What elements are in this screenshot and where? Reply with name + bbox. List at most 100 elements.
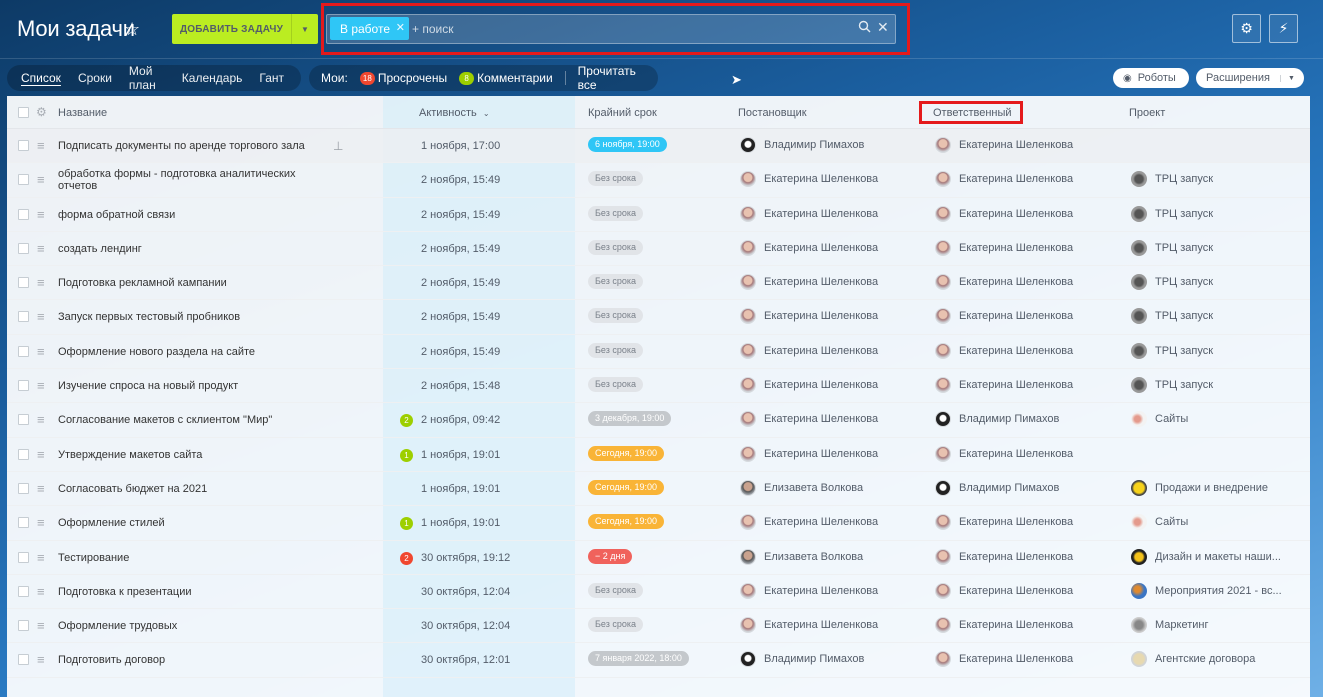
table-row[interactable]: ≡ Согласование макетов с склиентом "Мир" 2… bbox=[7, 403, 1310, 438]
project[interactable]: ТРЦ запуск bbox=[1131, 308, 1213, 325]
tab-calendar[interactable]: Календарь bbox=[182, 71, 243, 85]
task-title[interactable]: Оформление трудовых bbox=[58, 620, 308, 632]
responsible[interactable]: Екатерина Шеленкова bbox=[935, 239, 1073, 256]
deadline-badge[interactable]: Без срока bbox=[588, 274, 643, 290]
deadline-badge[interactable]: Без срока bbox=[588, 342, 643, 358]
comments-filter[interactable]: Комментарии bbox=[477, 71, 553, 85]
drag-handle-icon[interactable]: ≡ bbox=[37, 652, 45, 667]
table-row[interactable]: ≡ Запуск первых тестовый пробников 2 ноябр… bbox=[7, 300, 1310, 335]
settings-button[interactable]: ⚙ bbox=[1232, 14, 1261, 43]
drag-handle-icon[interactable]: ≡ bbox=[37, 378, 45, 393]
responsible[interactable]: Екатерина Шеленкова bbox=[935, 308, 1073, 325]
project[interactable]: Маркетинг bbox=[1131, 617, 1208, 634]
gear-icon[interactable]: ⚙ bbox=[36, 105, 47, 119]
table-row[interactable]: ≡ создать лендинг 2 ноября, 15:49 Без срока… bbox=[7, 232, 1310, 267]
table-row[interactable]: ≡ Изучение спроса на новый продукт 2 ноябр… bbox=[7, 369, 1310, 404]
task-title[interactable]: Согласовать бюджет на 2021 bbox=[58, 483, 308, 495]
task-title[interactable]: Изучение спроса на новый продукт bbox=[58, 380, 308, 392]
creator[interactable]: Екатерина Шеленкова bbox=[740, 617, 878, 634]
creator[interactable]: Екатерина Шеленкова bbox=[740, 377, 878, 394]
task-title[interactable]: Оформление нового раздела на сайте bbox=[58, 346, 308, 358]
task-title[interactable]: Тестирование bbox=[58, 552, 308, 564]
table-row[interactable]: ≡ Подготовка к презентации 30 октября, 12:… bbox=[7, 575, 1310, 610]
chevron-down-icon[interactable]: ▼ bbox=[1279, 74, 1295, 82]
project[interactable]: ТРЦ запуск bbox=[1131, 239, 1213, 256]
read-all-link[interactable]: Прочитать все bbox=[578, 64, 658, 92]
project[interactable]: Агентские договора bbox=[1131, 651, 1255, 668]
responsible[interactable]: Екатерина Шеленкова bbox=[935, 617, 1073, 634]
creator[interactable]: Екатерина Шеленкова bbox=[740, 205, 878, 222]
responsible[interactable]: Владимир Пимахов bbox=[935, 479, 1059, 496]
col-header-name[interactable]: Название bbox=[58, 107, 107, 119]
star-icon[interactable]: ☆ bbox=[124, 19, 140, 40]
responsible[interactable]: Екатерина Шеленкова bbox=[935, 274, 1073, 291]
deadline-badge[interactable]: Без срока bbox=[588, 617, 643, 633]
col-header-project[interactable]: Проект bbox=[1129, 107, 1165, 119]
drag-handle-icon[interactable]: ≡ bbox=[37, 275, 45, 290]
add-task-button[interactable]: ДОБАВИТЬ ЗАДАЧУ ▼ bbox=[172, 14, 318, 44]
row-checkbox[interactable] bbox=[18, 414, 29, 426]
row-checkbox[interactable] bbox=[18, 654, 29, 666]
robots-button[interactable]: ◉ Роботы bbox=[1113, 68, 1189, 88]
deadline-badge[interactable]: Без срока bbox=[588, 377, 643, 393]
col-header-creator[interactable]: Постановщик bbox=[738, 107, 807, 119]
creator[interactable]: Елизавета Волкова bbox=[740, 479, 863, 496]
row-checkbox[interactable] bbox=[18, 380, 29, 392]
drag-handle-icon[interactable]: ≡ bbox=[37, 241, 45, 256]
chevron-down-icon[interactable]: ▼ bbox=[292, 14, 318, 44]
drag-handle-icon[interactable]: ≡ bbox=[37, 618, 45, 633]
table-row[interactable]: ≡ Тестирование 2 30 октября, 19:12 − 2 дня Ел… bbox=[7, 541, 1310, 575]
col-header-activity[interactable]: Активность ⌄ bbox=[419, 107, 490, 119]
drag-handle-icon[interactable]: ≡ bbox=[37, 584, 45, 599]
task-title[interactable]: Согласование макетов с склиентом "Мир" bbox=[58, 414, 308, 426]
drag-handle-icon[interactable]: ≡ bbox=[37, 138, 45, 153]
task-title[interactable]: Оформление стилей bbox=[58, 517, 308, 529]
row-checkbox[interactable] bbox=[18, 551, 29, 563]
overdue-filter[interactable]: Просрочены bbox=[378, 71, 447, 85]
creator[interactable]: Владимир Пимахов bbox=[740, 137, 864, 153]
project[interactable]: ТРЦ запуск bbox=[1131, 171, 1213, 188]
table-row[interactable]: ≡ обработка формы - подготовка аналитичес… bbox=[7, 163, 1310, 198]
deadline-badge[interactable]: Без срока bbox=[588, 239, 643, 255]
table-row[interactable]: ≡ Утверждение макетов сайта 1 1 ноября, 19:… bbox=[7, 438, 1310, 472]
row-checkbox[interactable] bbox=[18, 140, 29, 151]
project[interactable]: Продажи и внедрение bbox=[1131, 479, 1268, 496]
drag-handle-icon[interactable]: ≡ bbox=[37, 481, 45, 496]
project[interactable]: Мероприятия 2021 - вс... bbox=[1131, 582, 1282, 599]
deadline-badge[interactable]: Сегодня, 19:00 bbox=[588, 514, 665, 530]
creator[interactable]: Екатерина Шеленкова bbox=[740, 239, 878, 256]
table-row[interactable]: ≡ Подписать документы по аренде торгового… bbox=[7, 129, 1310, 164]
creator[interactable]: Екатерина Шеленкова bbox=[740, 514, 878, 531]
drag-handle-icon[interactable]: ≡ bbox=[37, 344, 45, 359]
drag-handle-icon[interactable]: ≡ bbox=[37, 550, 45, 565]
deadline-badge[interactable]: 3 декабря, 19:00 bbox=[588, 411, 672, 427]
deadline-badge[interactable]: Без срока bbox=[588, 582, 643, 598]
responsible[interactable]: Екатерина Шеленкова bbox=[935, 445, 1073, 462]
table-row[interactable]: ≡ Оформление трудовых 30 октября, 12:04 Без… bbox=[7, 609, 1310, 644]
select-all-checkbox[interactable] bbox=[18, 107, 29, 118]
deadline-badge[interactable]: Без срока bbox=[588, 171, 643, 187]
tab-gantt[interactable]: Гант bbox=[259, 71, 284, 85]
deadline-badge[interactable]: − 2 дня bbox=[588, 548, 633, 564]
row-checkbox[interactable] bbox=[18, 517, 29, 529]
row-checkbox[interactable] bbox=[18, 208, 29, 220]
table-row[interactable]: ≡ Подготовка рекламной кампании 2 ноября, … bbox=[7, 266, 1310, 301]
table-row[interactable]: ≡ Согласовать бюджет на 2021 1 ноября, 19:… bbox=[7, 472, 1310, 507]
task-title[interactable]: обработка формы - подготовка аналитическ… bbox=[58, 168, 308, 192]
creator[interactable]: Екатерина Шеленкова bbox=[740, 274, 878, 291]
task-title[interactable]: Подписать документы по аренде торгового … bbox=[58, 140, 308, 152]
row-checkbox[interactable] bbox=[18, 448, 29, 460]
creator[interactable]: Екатерина Шеленкова bbox=[740, 308, 878, 325]
drag-handle-icon[interactable]: ≡ bbox=[37, 172, 45, 187]
responsible[interactable]: Екатерина Шеленкова bbox=[935, 137, 1073, 153]
project[interactable]: ТРЦ запуск bbox=[1131, 342, 1213, 359]
project[interactable]: ТРЦ запуск bbox=[1131, 274, 1213, 291]
tab-list[interactable]: Список bbox=[21, 71, 61, 85]
task-title[interactable]: Подготовить договор bbox=[58, 654, 308, 666]
task-title[interactable]: создать лендинг bbox=[58, 243, 308, 255]
project[interactable]: Сайты bbox=[1131, 514, 1188, 531]
drag-handle-icon[interactable]: ≡ bbox=[37, 515, 45, 530]
drag-handle-icon[interactable]: ≡ bbox=[37, 207, 45, 222]
task-title[interactable]: форма обратной связи bbox=[58, 209, 308, 221]
responsible[interactable]: Екатерина Шеленкова bbox=[935, 171, 1073, 188]
